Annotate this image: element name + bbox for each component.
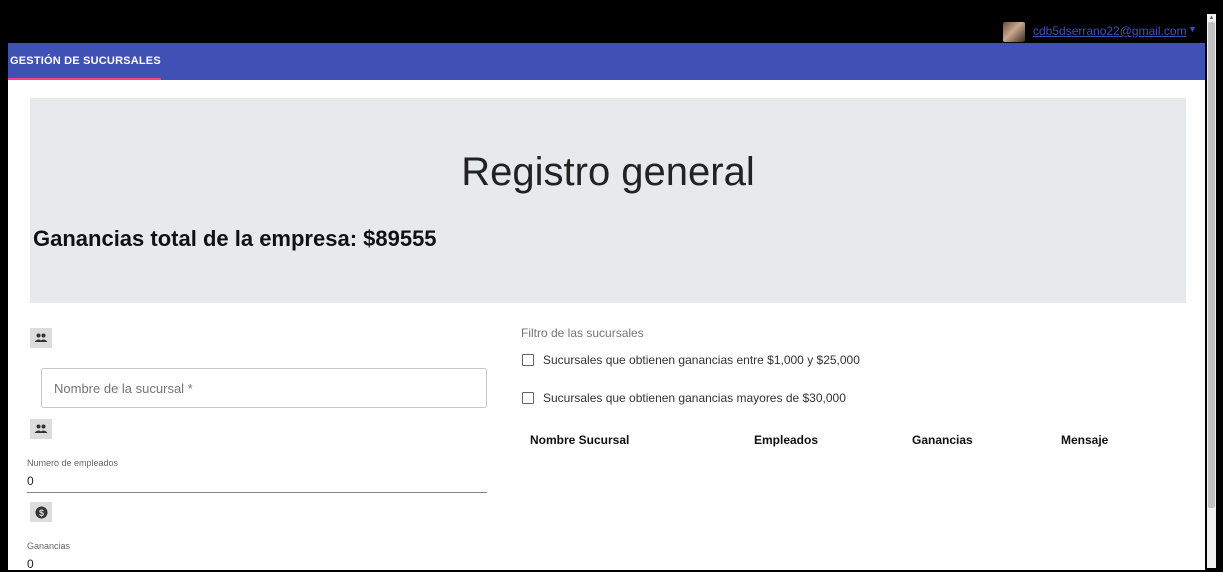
filters-title: Filtro de las sucursales [521, 326, 644, 340]
top-bar: cdb5dserrano22@gmail.com ▼ [8, 8, 1205, 43]
scroll-up-icon[interactable]: ▲ [1207, 14, 1216, 22]
scrollbar-thumb[interactable] [1208, 22, 1215, 508]
branch-name-input[interactable] [41, 368, 487, 408]
column-header-ganancias: Ganancias [912, 433, 973, 447]
checkbox[interactable] [522, 392, 534, 404]
hero-panel: Registro general Ganancias total de la e… [30, 98, 1186, 303]
user-email-link[interactable]: cdb5dserrano22@gmail.com [1033, 24, 1187, 38]
navbar: GESTIÓN DE SUCURSALES [8, 43, 1205, 80]
employees-label: Numero de empleados [27, 458, 119, 468]
tab-gestion-sucursales[interactable]: GESTIÓN DE SUCURSALES [8, 43, 161, 80]
column-header-empleados: Empleados [754, 433, 819, 447]
filter-option-label: Sucursales que obtienen ganancias mayore… [543, 391, 846, 405]
employees-field[interactable]: 0 [27, 474, 34, 488]
svg-text:$: $ [38, 508, 43, 518]
column-header-mensaje: Mensaje [1061, 433, 1109, 447]
earnings-label: Ganancias [27, 541, 71, 551]
filter-option-1[interactable]: Sucursales que obtienen ganancias entre … [522, 353, 860, 367]
column-header-nombre: Nombre Sucursal [530, 433, 630, 447]
people-icon[interactable] [30, 328, 52, 348]
total-earnings-heading: Ganancias total de la empresa: $89555 [33, 226, 437, 251]
app-window: cdb5dserrano22@gmail.com ▼ GESTIÓN DE SU… [8, 8, 1205, 570]
page-title: Registro general [461, 150, 755, 194]
earnings-field[interactable]: 0 [27, 557, 34, 570]
dollar-icon[interactable]: $ [30, 502, 52, 522]
filter-option-label: Sucursales que obtienen ganancias entre … [543, 353, 860, 367]
filter-option-2[interactable]: Sucursales que obtienen ganancias mayore… [522, 391, 846, 405]
caret-down-icon[interactable]: ▼ [1188, 24, 1197, 34]
people-icon[interactable] [30, 419, 52, 439]
avatar[interactable] [1003, 22, 1025, 42]
employees-underline [27, 492, 487, 493]
checkbox[interactable] [522, 354, 534, 366]
